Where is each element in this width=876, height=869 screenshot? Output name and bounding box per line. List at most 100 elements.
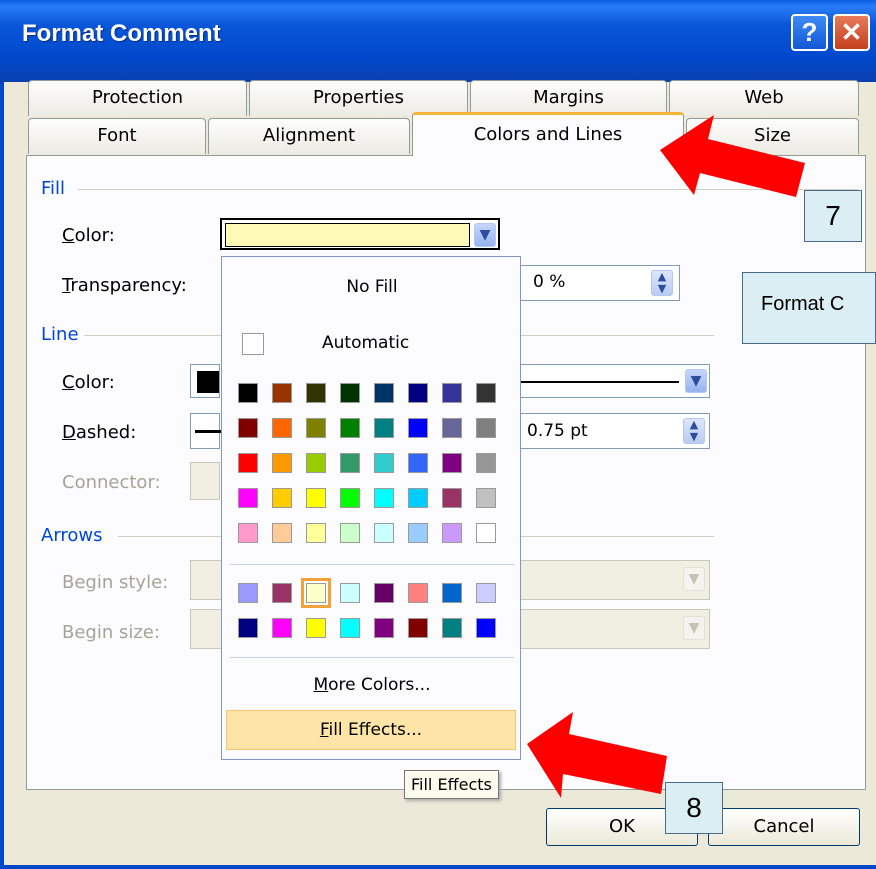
color-swatch[interactable] <box>408 523 428 543</box>
color-swatch[interactable] <box>408 583 428 603</box>
color-swatch[interactable] <box>374 488 394 508</box>
color-swatch[interactable] <box>306 618 326 638</box>
color-swatch[interactable] <box>374 383 394 403</box>
color-palette-popup: No Fill Automatic More Colors... Fill Ef… <box>221 256 521 760</box>
color-swatch[interactable] <box>476 453 496 473</box>
color-swatch[interactable] <box>476 383 496 403</box>
color-swatch[interactable] <box>340 383 360 403</box>
color-swatch[interactable] <box>442 383 462 403</box>
cancel-button[interactable]: Cancel <box>708 808 860 846</box>
color-swatch[interactable] <box>374 618 394 638</box>
line-color-label: Color: <box>62 372 115 393</box>
dashed-dropdown[interactable] <box>190 413 221 449</box>
automatic-option[interactable]: Automatic <box>322 333 409 353</box>
weight-spinner[interactable]: ▲ ▼ <box>683 418 705 444</box>
tab-font[interactable]: Font <box>28 118 206 154</box>
chevron-down-icon: ▼ <box>683 616 705 640</box>
arrows-group-label: Arrows <box>41 525 103 546</box>
color-swatch[interactable] <box>272 523 292 543</box>
color-swatch[interactable] <box>374 418 394 438</box>
color-swatch[interactable] <box>340 488 360 508</box>
more-colors-option[interactable]: More Colors... <box>222 675 522 695</box>
color-swatch[interactable] <box>238 618 258 638</box>
annotation-arrow-shape <box>527 712 667 798</box>
weight-value: 0.75 pt <box>527 421 588 441</box>
color-swatch[interactable] <box>408 488 428 508</box>
fill-color-preview <box>225 223 470 247</box>
close-button[interactable]: ✕ <box>833 14 870 51</box>
chevron-down-icon[interactable]: ▼ <box>685 369 707 393</box>
line-color-dropdown[interactable] <box>190 364 220 398</box>
color-swatch[interactable] <box>238 583 258 603</box>
color-swatch[interactable] <box>272 618 292 638</box>
palette-separator <box>230 657 514 658</box>
color-swatch[interactable] <box>306 523 326 543</box>
tab-colors-and-lines[interactable]: Colors and Lines <box>412 112 684 156</box>
color-swatch[interactable] <box>306 418 326 438</box>
color-swatch[interactable] <box>238 418 258 438</box>
fill-group-label: Fill <box>41 178 66 199</box>
color-swatch[interactable] <box>238 453 258 473</box>
color-swatch[interactable] <box>238 383 258 403</box>
color-swatch[interactable] <box>374 523 394 543</box>
color-swatch[interactable] <box>306 453 326 473</box>
tab-protection[interactable]: Protection <box>28 80 247 116</box>
tab-margins[interactable]: Margins <box>470 80 667 116</box>
fill-effects-option[interactable]: Fill Effects... <box>226 710 516 750</box>
color-swatch[interactable] <box>374 453 394 473</box>
color-swatch[interactable] <box>272 453 292 473</box>
color-swatch[interactable] <box>476 523 496 543</box>
annotation-arrow-shape <box>660 115 805 197</box>
color-swatch[interactable] <box>340 418 360 438</box>
color-swatch[interactable] <box>442 618 462 638</box>
color-swatch[interactable] <box>306 383 326 403</box>
color-swatch[interactable] <box>301 578 331 608</box>
no-fill-option[interactable]: No Fill <box>222 277 522 297</box>
color-swatch[interactable] <box>306 488 326 508</box>
automatic-swatch <box>242 333 264 355</box>
color-swatch[interactable] <box>442 488 462 508</box>
color-swatch[interactable] <box>442 418 462 438</box>
help-button[interactable]: ? <box>791 14 828 51</box>
color-swatch[interactable] <box>374 583 394 603</box>
color-swatch[interactable] <box>408 453 428 473</box>
color-swatch[interactable] <box>272 583 292 603</box>
color-swatch[interactable] <box>408 383 428 403</box>
color-swatch[interactable] <box>476 583 496 603</box>
color-swatch[interactable] <box>476 488 496 508</box>
color-swatch[interactable] <box>476 418 496 438</box>
color-swatch[interactable] <box>238 523 258 543</box>
color-swatch[interactable] <box>340 523 360 543</box>
tab-alignment[interactable]: Alignment <box>208 118 410 154</box>
annotation-arrow-icon <box>527 712 667 798</box>
color-swatch[interactable] <box>442 523 462 543</box>
palette-separator <box>230 564 514 565</box>
line-style-dropdown[interactable]: ▼ <box>520 364 710 398</box>
color-swatch[interactable] <box>272 418 292 438</box>
color-swatch[interactable] <box>442 453 462 473</box>
connector-label: Connector: <box>62 472 161 493</box>
window-frame-bottom <box>0 865 876 869</box>
connector-dropdown <box>190 462 220 500</box>
step-8-callout: 8 <box>665 782 723 834</box>
step-7-callout: 7 <box>804 190 862 242</box>
begin-size-label: Begin size: <box>62 622 160 643</box>
tab-properties[interactable]: Properties <box>249 80 468 116</box>
color-swatch[interactable] <box>272 383 292 403</box>
color-swatch[interactable] <box>340 618 360 638</box>
chevron-down-icon[interactable]: ▼ <box>474 223 496 247</box>
weight-input[interactable]: 0.75 pt ▲ ▼ <box>520 413 710 449</box>
color-swatch[interactable] <box>340 453 360 473</box>
color-swatch[interactable] <box>408 418 428 438</box>
color-swatch[interactable] <box>442 583 462 603</box>
color-swatch[interactable] <box>408 618 428 638</box>
color-swatch[interactable] <box>272 488 292 508</box>
transparency-spinner[interactable]: ▲ ▼ <box>651 270 673 296</box>
transparency-input[interactable]: 0 % ▲ ▼ <box>520 265 680 301</box>
chevron-down-icon: ▼ <box>683 567 705 591</box>
fill-color-dropdown[interactable]: ▼ <box>220 218 500 250</box>
color-swatch[interactable] <box>238 488 258 508</box>
color-swatch[interactable] <box>340 583 360 603</box>
color-swatch[interactable] <box>476 618 496 638</box>
dash-preview <box>195 430 221 433</box>
